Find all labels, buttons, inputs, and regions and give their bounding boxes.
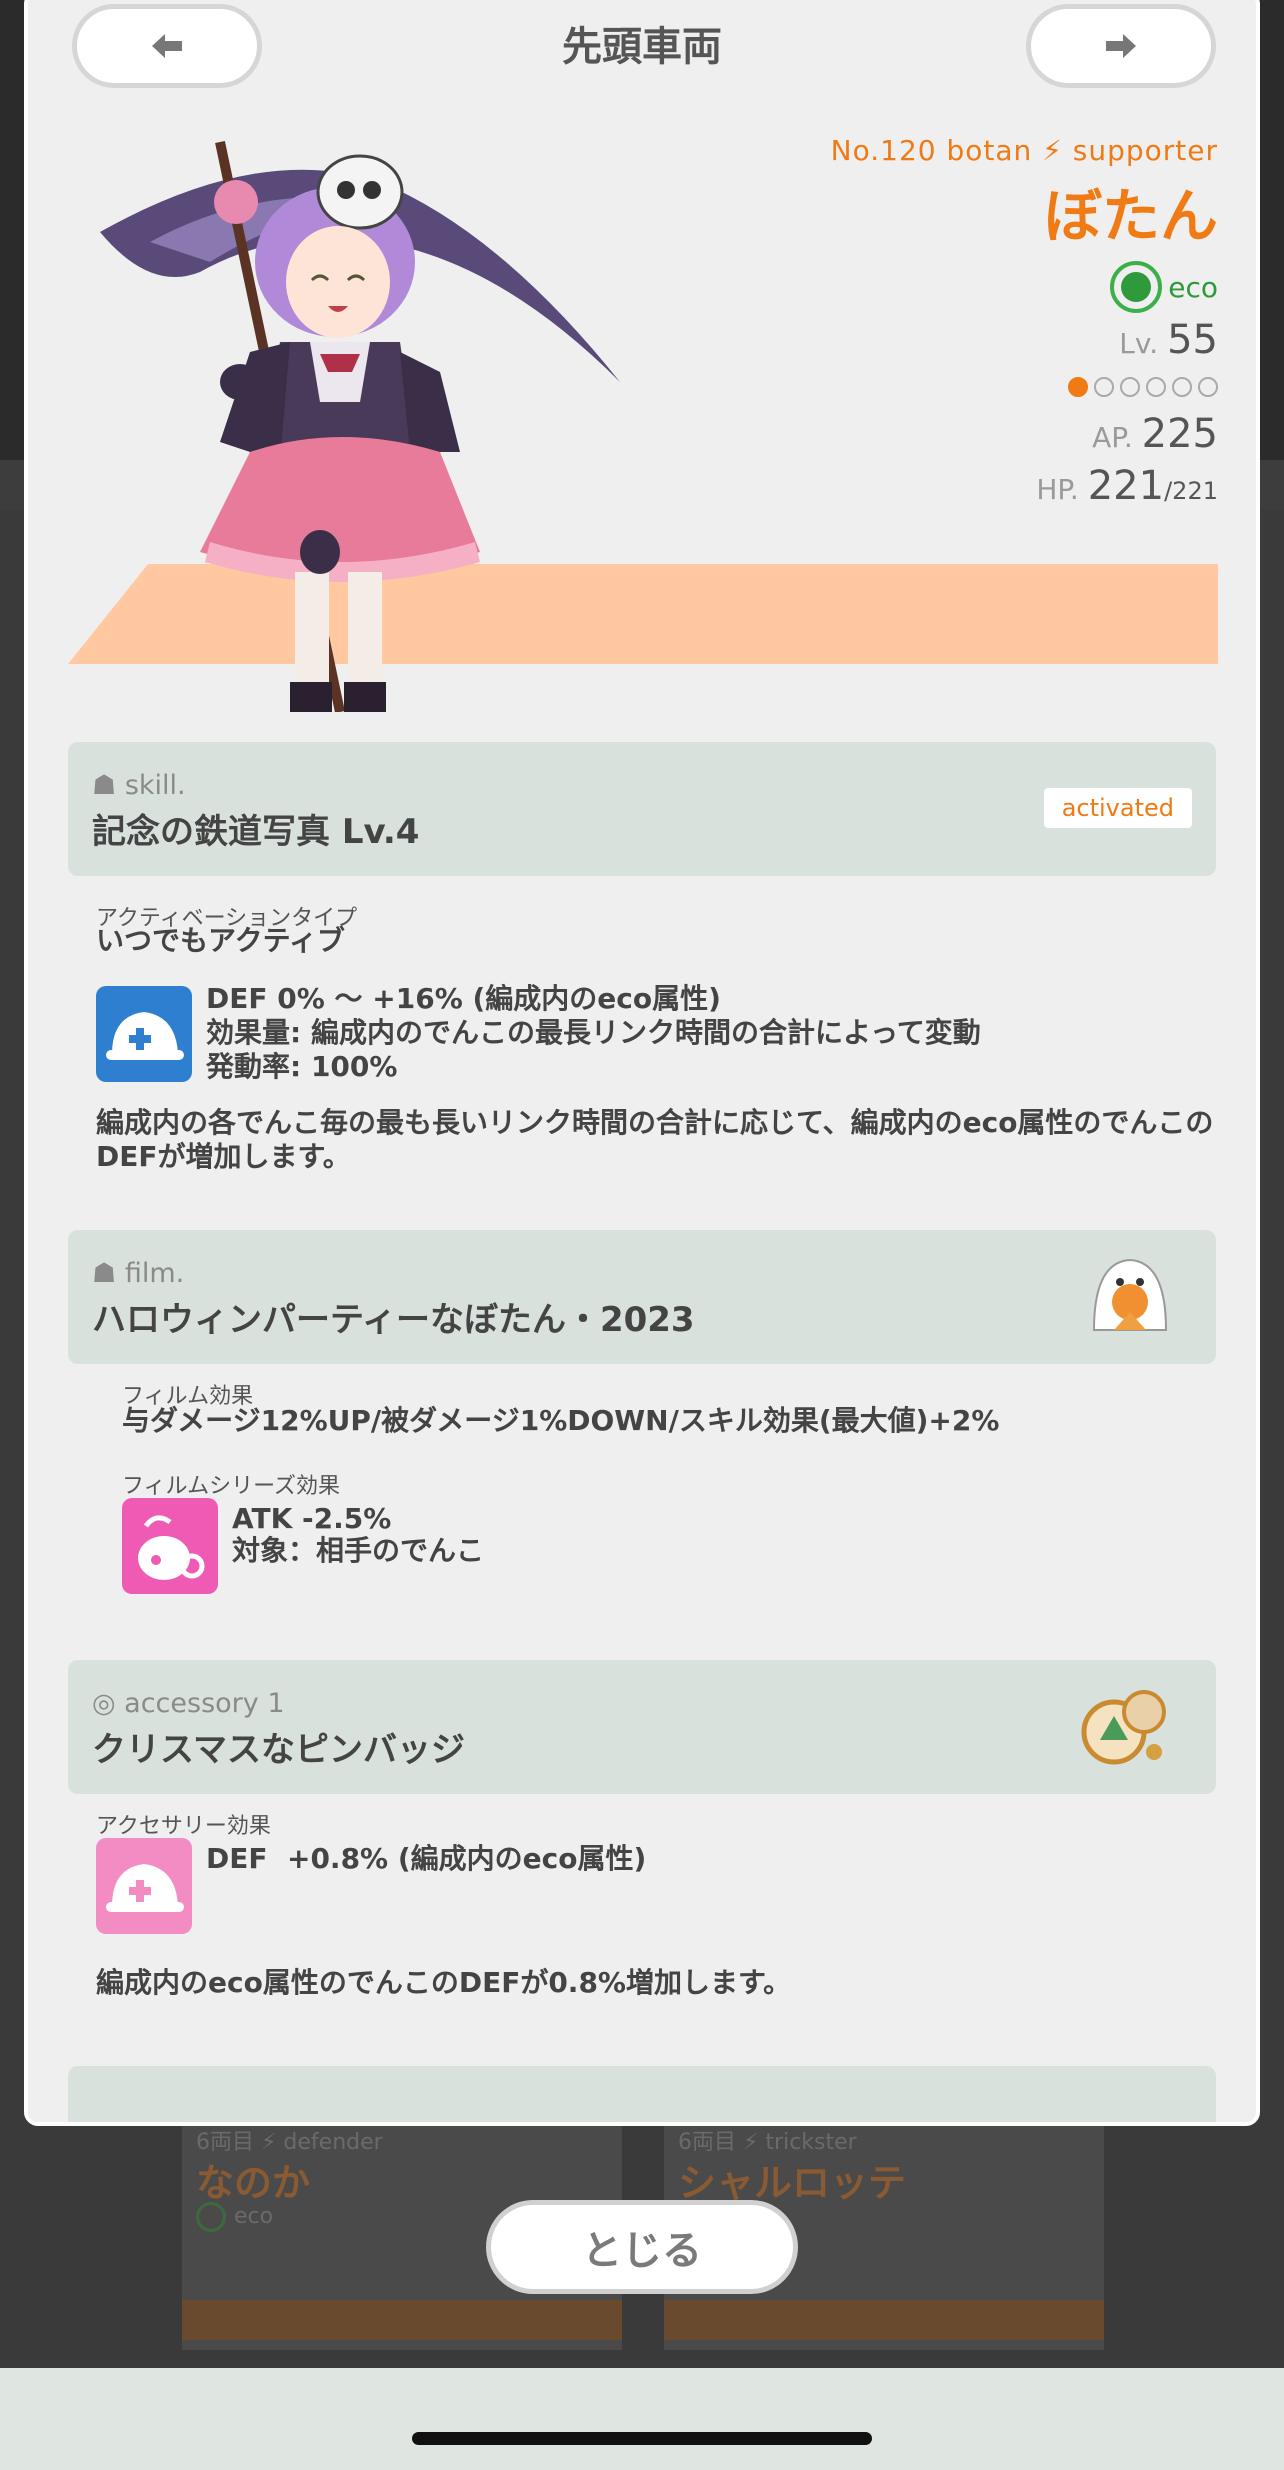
rank-dot (1120, 377, 1140, 397)
ap-row: AP. 225 (1092, 411, 1218, 457)
skill-effect-line2: 効果量: 編成内のでんこの最長リンク時間の合計によって変動 (206, 1016, 981, 1049)
close-button[interactable]: とじる (486, 2200, 798, 2294)
character-name: ぼたん (1043, 182, 1218, 250)
accessory-description: 編成内のeco属性のでんこのDEFが0.8%増加します。 (96, 1966, 792, 1999)
bg-card-attr: eco (196, 2202, 273, 2232)
skill-title: 記念の鉄道写真 Lv.4 (92, 812, 420, 852)
rank-dot (1146, 377, 1166, 397)
hp-row: HP. 221/221 (1036, 463, 1218, 509)
film-series-line2: 対象：相手のでんこ (232, 1534, 485, 1567)
pink-helmet-icon (96, 1838, 192, 1934)
skill-description: 編成内の各でんこ毎の最も長いリンク時間の合計に応じて、編成内のeco属性のでんこ… (96, 1106, 1214, 1173)
home-indicator[interactable] (412, 2432, 872, 2445)
pink-character-icon (122, 1498, 218, 1594)
accessory-title: クリスマスなピンバッジ (92, 1730, 465, 1770)
activation-type-value: いつでもアクティブ (96, 924, 345, 957)
accessory-effect-value: DEF +0.8% (編成内のeco属性) (206, 1842, 647, 1875)
skill-icon: ☗ (92, 770, 117, 801)
accessory-icon: ◎ (92, 1688, 116, 1719)
character-number-line: No.120 botan ⚡ supporter (830, 134, 1218, 167)
character-area: No.120 botan ⚡ supporter ぼたん eco Lv. 55 … (68, 104, 1218, 712)
hp-max: /221 (1164, 477, 1218, 505)
film-series-label: フィルムシリーズ効果 (122, 1474, 341, 1499)
pin-badge-icon (1081, 1690, 1166, 1765)
ghost-pumpkin-icon (1092, 1258, 1168, 1331)
arrow-right-icon (1106, 34, 1136, 58)
attribute-row: eco (831, 261, 1218, 313)
lightning-icon: ⚡ (1042, 134, 1063, 167)
rank-dot (1198, 377, 1218, 397)
character-detail-modal: 先頭車両 No.120 botan ⚡ supporter ぼたん eco Lv… (24, 0, 1260, 2126)
activated-badge: activated (1043, 788, 1192, 828)
bottom-bar (0, 2368, 1284, 2470)
next-button[interactable] (1026, 4, 1216, 88)
level-row: Lv. 55 (1119, 317, 1218, 363)
rank-dots (831, 377, 1218, 397)
film-effect-value: 与ダメージ12%UP/被ダメージ1%DOWN/スキル効果(最大値)+2% (122, 1404, 1000, 1437)
hp-value: 221 (1087, 463, 1165, 509)
bg-card-name: シャルロッテ (678, 2161, 907, 2205)
film-icon: ☗ (92, 1258, 117, 1289)
character-illustration (100, 140, 620, 712)
film-title: ハロウィンパーティーなぼたん・2023 (92, 1300, 695, 1340)
film-kind: ☗ film. (92, 1258, 185, 1289)
rank-dot (1094, 377, 1114, 397)
attribute-label: eco (1168, 270, 1218, 304)
next-section-header[interactable] (68, 2066, 1216, 2122)
accessory-kind: ◎ accessory 1 (92, 1688, 285, 1719)
skill-effect-line3: 発動率: 100% (206, 1050, 398, 1083)
rank-dot (1068, 377, 1088, 397)
accessory-effect-label: アクセサリー効果 (96, 1814, 271, 1839)
def-helmet-icon (96, 986, 192, 1082)
bg-card-band (182, 2300, 622, 2340)
eco-icon (1110, 261, 1163, 313)
bg-card-band (664, 2300, 1104, 2340)
eco-icon (196, 2202, 226, 2232)
accessory-header[interactable]: ◎ accessory 1 クリスマスなピンバッジ (68, 1660, 1216, 1794)
rank-dot (1172, 377, 1192, 397)
skill-effect-line1: DEF 0% ～ +16% (編成内のeco属性) (206, 982, 721, 1015)
skill-kind: ☗ skill. (92, 770, 186, 801)
ap-value: 225 (1141, 411, 1218, 457)
skill-header[interactable]: ☗ skill. 記念の鉄道写真 Lv.4 activated (68, 742, 1216, 876)
film-header[interactable]: ☗ film. ハロウィンパーティーなぼたん・2023 (68, 1230, 1216, 1364)
character-info: No.120 botan ⚡ supporter ぼたん eco Lv. 55 … (831, 134, 1218, 509)
bg-card-name: なのか (196, 2161, 311, 2205)
film-series-line1: ATK -2.5% (232, 1502, 392, 1535)
level-value: 55 (1167, 317, 1218, 363)
